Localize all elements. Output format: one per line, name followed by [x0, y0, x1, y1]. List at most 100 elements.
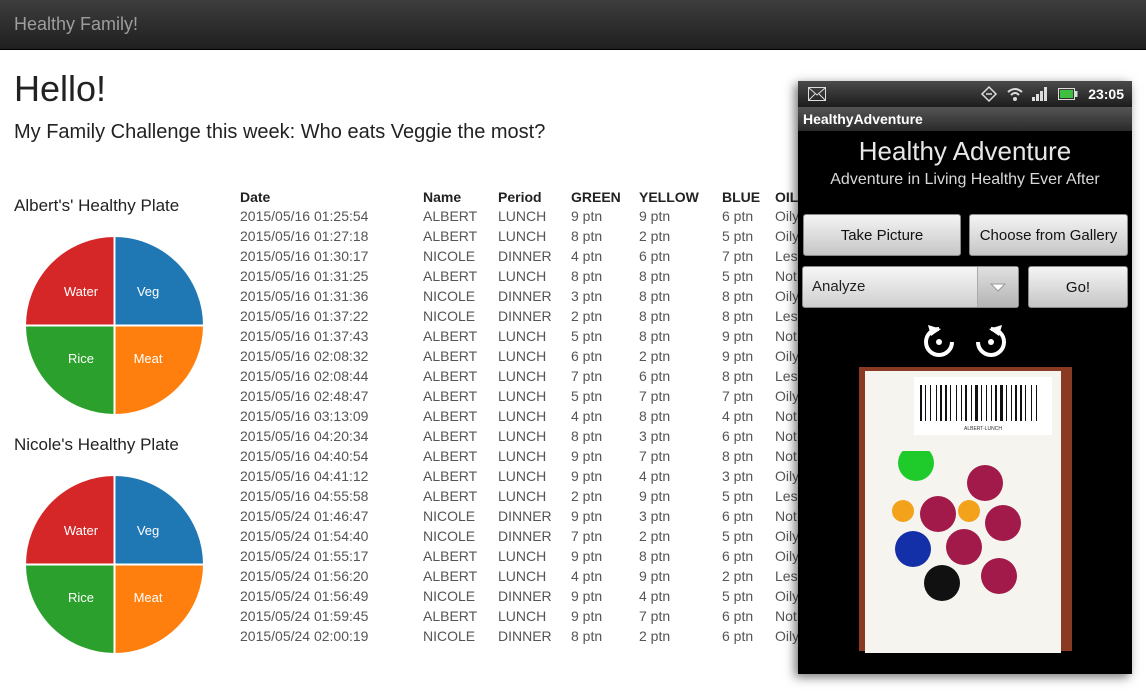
cell-blue: 5 ptn: [722, 488, 754, 504]
header-name: Name: [423, 189, 462, 205]
cell-blue: 5 ptn: [722, 588, 754, 604]
cell-period: LUNCH: [498, 348, 547, 364]
dropdown-arrow-icon[interactable]: [977, 267, 1018, 307]
cell-green: 9 ptn: [571, 468, 603, 484]
cell-blue: 4 ptn: [722, 408, 754, 424]
cell-green: 8 ptn: [571, 628, 603, 644]
cell-date: 2015/05/16 01:31:25: [240, 268, 369, 284]
go-button[interactable]: Go!: [1028, 266, 1128, 308]
cell-green: 5 ptn: [571, 388, 603, 404]
battery-icon: [1058, 88, 1078, 100]
table-row: 2015/05/16 01:30:17 NICOLE DINNER 4 ptn 6 pt…: [240, 246, 815, 266]
cell-blue: 6 ptn: [722, 508, 754, 524]
cell-yellow: 9 ptn: [639, 208, 671, 224]
cell-blue: 3 ptn: [722, 468, 754, 484]
cell-blue: 6 ptn: [722, 428, 754, 444]
pie-slice-rice: [24, 563, 116, 655]
cell-name: ALBERT: [423, 388, 478, 404]
cell-name: ALBERT: [423, 408, 478, 424]
cell-green: 9 ptn: [571, 548, 603, 564]
page-greeting: Hello!: [14, 68, 107, 109]
nicole-plate-pie: Veg Meat Rice Water: [24, 474, 205, 655]
cell-period: DINNER: [498, 308, 552, 324]
albert-plate-pie: Veg Meat Rice Water: [24, 235, 205, 416]
brand-link[interactable]: Healthy Family!: [14, 14, 138, 35]
food-dots: [892, 451, 1021, 601]
cell-yellow: 7 ptn: [639, 448, 671, 464]
cell-period: DINNER: [498, 508, 552, 524]
cell-date: 2015/05/16 01:31:36: [240, 288, 369, 304]
cell-blue: 2 ptn: [722, 568, 754, 584]
cell-yellow: 2 ptn: [639, 228, 671, 244]
cell-date: 2015/05/16 04:55:58: [240, 488, 369, 504]
wifi-icon: [1007, 88, 1023, 101]
cell-yellow: 8 ptn: [639, 328, 671, 344]
albert-plate-title: Albert's' Healthy Plate: [14, 196, 180, 215]
table-row: 2015/05/16 01:31:25 ALBERT LUNCH 8 ptn 8 ptn…: [240, 266, 815, 286]
pie-slice-veg: [113, 474, 205, 566]
cell-name: ALBERT: [423, 488, 478, 504]
choose-gallery-button[interactable]: Choose from Gallery: [969, 214, 1128, 256]
sync-icon: [980, 85, 998, 103]
table-header-row: Date Name Period GREEN YELLOW BLUE OIL: [240, 188, 815, 206]
header-date: Date: [240, 189, 271, 205]
table-row: 2015/05/16 01:37:43 ALBERT LUNCH 5 ptn 8 ptn…: [240, 326, 815, 346]
pie-slice-veg: [113, 235, 205, 327]
cell-green: 9 ptn: [571, 208, 603, 224]
cell-date: 2015/05/16 01:37:22: [240, 308, 369, 324]
cell-green: 6 ptn: [571, 348, 603, 364]
header-yellow: YELLOW: [639, 189, 699, 205]
table-row: 2015/05/16 03:13:09 ALBERT LUNCH 4 ptn 8 ptn…: [240, 406, 815, 426]
cell-green: 7 ptn: [571, 368, 603, 384]
cell-blue: 6 ptn: [722, 548, 754, 564]
take-picture-button[interactable]: Take Picture: [803, 214, 961, 256]
cell-date: 2015/05/16 02:08:44: [240, 368, 369, 384]
cell-name: ALBERT: [423, 348, 478, 364]
cell-period: LUNCH: [498, 408, 547, 424]
pie-slice-meat: [113, 324, 205, 416]
table-row: 2015/05/16 01:25:54 ALBERT LUNCH 9 ptn 9 ptn…: [240, 206, 815, 226]
table-row: 2015/05/16 02:08:32 ALBERT LUNCH 6 ptn 2 ptn…: [240, 346, 815, 366]
table-row: 2015/05/24 01:46:47 NICOLE DINNER 9 ptn 3 pt…: [240, 506, 815, 526]
table-row: 2015/05/16 04:41:12 ALBERT LUNCH 9 ptn 4 ptn…: [240, 466, 815, 486]
pie-slice-meat: [113, 563, 205, 655]
cell-yellow: 6 ptn: [639, 368, 671, 384]
cell-name: ALBERT: [423, 228, 478, 244]
cell-green: 4 ptn: [571, 408, 603, 424]
meal-log-table: Date Name Period GREEN YELLOW BLUE OIL 2…: [240, 188, 815, 646]
mode-select[interactable]: Analyze: [802, 266, 1019, 308]
cell-blue: 6 ptn: [722, 608, 754, 624]
cell-yellow: 7 ptn: [639, 608, 671, 624]
cell-period: LUNCH: [498, 468, 547, 484]
top-navbar: Healthy Family!: [0, 0, 1146, 50]
cell-date: 2015/05/16 01:37:43: [240, 328, 369, 344]
cell-yellow: 4 ptn: [639, 588, 671, 604]
cell-yellow: 8 ptn: [639, 268, 671, 284]
rotate-right-icon[interactable]: [972, 323, 1010, 361]
cell-yellow: 6 ptn: [639, 248, 671, 264]
cell-blue: 5 ptn: [722, 528, 754, 544]
table-row: 2015/05/24 02:00:19 NICOLE DINNER 8 ptn 2 pt…: [240, 626, 815, 646]
table-row: 2015/05/16 02:48:47 ALBERT LUNCH 5 ptn 7 ptn…: [240, 386, 815, 406]
cell-yellow: 7 ptn: [639, 388, 671, 404]
cell-period: LUNCH: [498, 268, 547, 284]
rotate-left-icon[interactable]: [920, 323, 958, 361]
table-row: 2015/05/16 01:31:36 NICOLE DINNER 3 ptn 8 pt…: [240, 286, 815, 306]
cell-period: DINNER: [498, 248, 552, 264]
cell-green: 2 ptn: [571, 488, 603, 504]
cell-green: 7 ptn: [571, 528, 603, 544]
pie-label-meat: Meat: [134, 351, 163, 366]
cell-period: DINNER: [498, 588, 552, 604]
cell-period: LUNCH: [498, 328, 547, 344]
table-row: 2015/05/16 04:20:34 ALBERT LUNCH 8 ptn 3 ptn…: [240, 426, 815, 446]
cell-green: 9 ptn: [571, 448, 603, 464]
cell-name: NICOLE: [423, 528, 476, 544]
table-row: 2015/05/16 04:40:54 ALBERT LUNCH 9 ptn 7 ptn…: [240, 446, 815, 466]
cell-period: LUNCH: [498, 548, 547, 564]
pie-label-veg: Veg: [137, 284, 159, 299]
cell-green: 3 ptn: [571, 288, 603, 304]
cell-green: 9 ptn: [571, 508, 603, 524]
table-row: 2015/05/16 04:55:58 ALBERT LUNCH 2 ptn 9 ptn…: [240, 486, 815, 506]
meal-log-body: 2015/05/16 01:25:54 ALBERT LUNCH 9 ptn 9 ptn…: [240, 206, 815, 646]
cell-green: 4 ptn: [571, 568, 603, 584]
